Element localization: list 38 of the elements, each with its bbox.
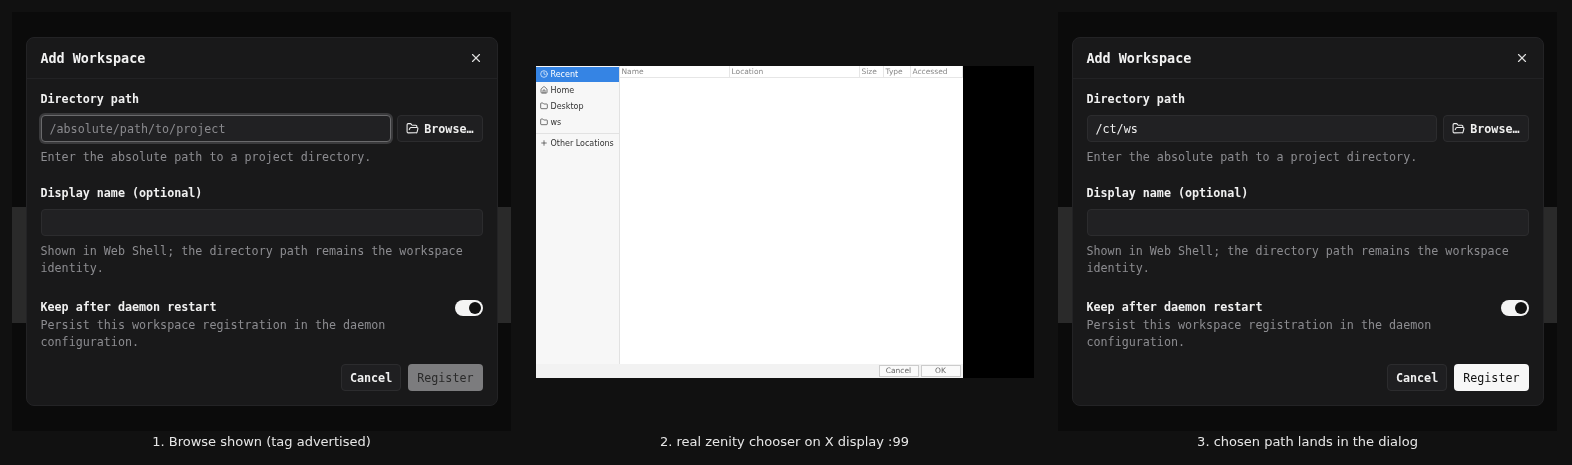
folder-icon <box>406 122 420 135</box>
folder-icon <box>1452 122 1466 135</box>
dialog-title: Add Workspace <box>1086 50 1192 66</box>
toggle-label: Keep after daemon restart <box>40 299 218 315</box>
cancel-button[interactable]: Cancel <box>340 364 402 391</box>
help-text: Enter the absolute path to a project directory. <box>40 149 373 166</box>
place-item[interactable]: ws <box>535 114 619 130</box>
folder-icon <box>539 102 548 110</box>
plus-icon <box>539 139 548 147</box>
help-text: Enter the absolute path to a project directory. <box>1086 149 1419 166</box>
folder-icon <box>539 118 548 126</box>
dialog-title: Add Workspace <box>40 50 146 66</box>
place-item[interactable]: Recent <box>535 66 619 82</box>
keep-toggle[interactable] <box>454 300 483 316</box>
keep-toggle[interactable] <box>1500 300 1529 316</box>
clock-icon <box>539 70 548 78</box>
help-text: Shown in Web Shell; the directory path remains the workspace identity. <box>1086 243 1510 277</box>
toggle-description: Persist this workspace registration in the daemon configuration. <box>40 317 387 351</box>
screenshot-caption: 2. real zenity chooser on X display :99 <box>660 433 909 451</box>
browse-button[interactable]: Browse… <box>1443 115 1529 142</box>
place-item[interactable]: Home <box>535 82 619 98</box>
field-label: Display name (optional) <box>1086 185 1250 201</box>
screenshot-caption: 1. Browse shown (tag advertised) <box>152 433 371 451</box>
other-locations-item[interactable]: Other Locations <box>535 135 619 151</box>
screenshot-caption: 3. chosen path lands in the dialog <box>1197 433 1418 451</box>
browse-button[interactable]: Browse… <box>397 115 483 142</box>
toggle-description: Persist this workspace registration in the daemon configuration. <box>1086 317 1433 351</box>
directory-path-field[interactable]: /ct/ws <box>1086 115 1438 142</box>
field-label: Directory path <box>1086 91 1186 107</box>
home-icon <box>539 86 548 94</box>
help-text: Shown in Web Shell; the directory path remains the workspace identity. <box>40 243 464 277</box>
cancel-button[interactable]: Cancel <box>1386 364 1448 391</box>
place-item[interactable]: Desktop <box>535 98 619 114</box>
field-label: Directory path <box>40 91 140 107</box>
toggle-label: Keep after daemon restart <box>1086 299 1264 315</box>
directory-path-field[interactable]: /absolute/path/to/project <box>40 115 392 142</box>
field-label: Display name (optional) <box>40 185 204 201</box>
register-button[interactable]: Register <box>1454 364 1529 391</box>
